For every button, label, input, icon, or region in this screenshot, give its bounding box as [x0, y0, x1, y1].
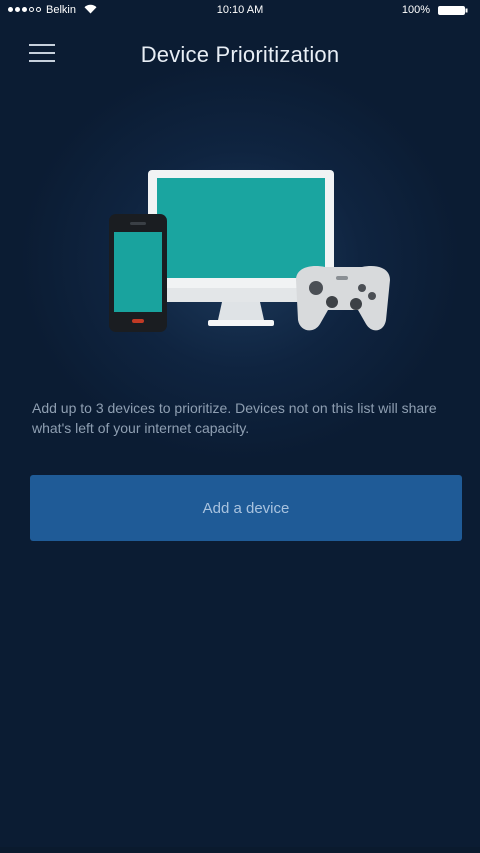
devices-illustration — [109, 170, 390, 332]
bottom-edge — [0, 847, 480, 853]
header: Device Prioritization — [0, 28, 480, 84]
prioritization-description: Add up to 3 devices to prioritize. Devic… — [32, 400, 437, 436]
battery-percentage: 100% — [401, 4, 430, 16]
smartphone-icon — [109, 214, 167, 332]
page-title: Device Prioritization — [140, 42, 340, 67]
status-bar: Belkin 10:10 AM 100% — [0, 0, 480, 22]
device-prioritization-screen: Belkin 10:10 AM 100% Device Prioritizati… — [0, 0, 480, 853]
game-controller-icon — [296, 266, 390, 331]
add-device-button[interactable]: Add a device — [30, 475, 462, 541]
battery-icon — [438, 6, 468, 15]
